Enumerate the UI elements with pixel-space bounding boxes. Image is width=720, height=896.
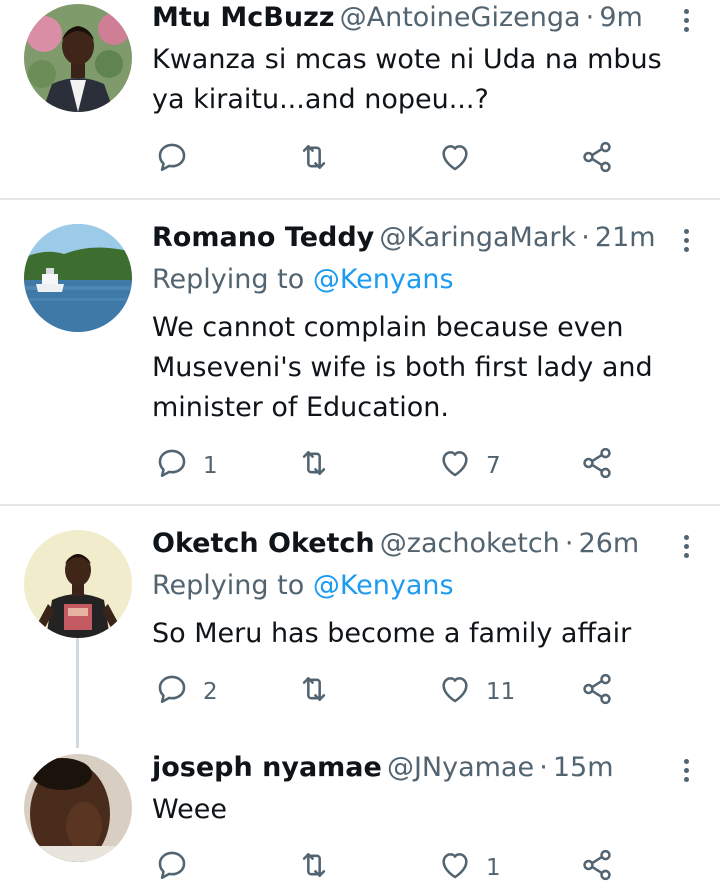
share-icon [580, 140, 614, 180]
retweet-icon [297, 446, 331, 486]
avatar[interactable] [24, 530, 132, 638]
replying-to: Replying to @Kenyans [152, 570, 454, 601]
share-icon [580, 672, 614, 712]
timestamp[interactable]: 9m [599, 2, 642, 33]
timestamp[interactable]: 15m [553, 752, 614, 783]
author-name[interactable]: Romano Teddy [152, 222, 374, 253]
author-handle[interactable]: @AntoineGizenga [340, 2, 581, 33]
tweet-text: We cannot complain because even Museveni… [152, 312, 653, 423]
author-name[interactable]: joseph nyamae [152, 752, 382, 783]
tweet[interactable]: joseph nyamae @JNyamae · 15m Weee 1 [0, 736, 720, 896]
retweet-icon [297, 848, 331, 888]
replying-to-label: Replying to [152, 264, 305, 295]
share-button[interactable] [580, 848, 614, 888]
reply-icon [155, 140, 189, 180]
retweet-button[interactable] [297, 672, 345, 712]
mention-link[interactable]: @Kenyans [313, 264, 454, 295]
author-handle[interactable]: @KaringaMark [379, 222, 576, 253]
retweet-icon [297, 140, 331, 180]
tweet[interactable]: Romano Teddy @KaringaMark · 21m Replying… [0, 200, 720, 504]
avatar[interactable] [24, 754, 132, 862]
replying-to: Replying to @Kenyans [152, 264, 454, 295]
like-button[interactable] [438, 140, 486, 180]
like-icon [438, 848, 472, 888]
more-options-icon[interactable] [676, 528, 696, 564]
tweet-actions: 1 [155, 848, 615, 888]
author-handle[interactable]: @zachoketch [380, 528, 560, 559]
author-name[interactable]: Mtu McBuzz [152, 2, 335, 33]
share-icon [580, 446, 614, 486]
share-button[interactable] [580, 446, 614, 486]
like-icon [438, 446, 472, 486]
tweet-header: Oketch Oketch @zachoketch · 26m [152, 528, 696, 564]
retweet-button[interactable] [297, 140, 345, 180]
reply-count: 1 [203, 453, 218, 479]
author-name[interactable]: Oketch Oketch [152, 528, 375, 559]
share-button[interactable] [580, 140, 614, 180]
reply-count: 2 [203, 679, 218, 705]
like-count: 1 [486, 855, 501, 881]
replying-to-label: Replying to [152, 570, 305, 601]
retweet-button[interactable] [297, 446, 345, 486]
reply-icon [155, 848, 189, 888]
tweet-actions: 2 11 [155, 672, 615, 712]
like-count: 7 [486, 453, 501, 479]
tweet-header: Mtu McBuzz @AntoineGizenga · 9m [152, 2, 696, 38]
mention-link[interactable]: @Kenyans [313, 570, 454, 601]
reply-button[interactable] [155, 848, 203, 888]
separator-dot: · [585, 2, 595, 33]
more-options-icon[interactable] [676, 752, 696, 788]
author-handle[interactable]: @JNyamae [387, 752, 534, 783]
like-count: 11 [486, 679, 516, 705]
reply-icon [155, 672, 189, 712]
tweet-header: joseph nyamae @JNyamae · 15m [152, 752, 696, 788]
tweet-text: Weee [152, 794, 227, 825]
reply-button[interactable] [155, 140, 203, 180]
more-options-icon[interactable] [676, 222, 696, 258]
avatar[interactable] [24, 224, 132, 332]
tweet[interactable]: Mtu McBuzz @AntoineGizenga · 9m Kwanza s… [0, 0, 720, 198]
like-button[interactable]: 7 [438, 446, 501, 486]
share-icon [580, 848, 614, 888]
reply-button[interactable]: 1 [155, 446, 218, 486]
reply-icon [155, 446, 189, 486]
timestamp[interactable]: 26m [579, 528, 640, 559]
reply-button[interactable]: 2 [155, 672, 218, 712]
share-button[interactable] [580, 672, 614, 712]
retweet-button[interactable] [297, 848, 345, 888]
like-button[interactable]: 11 [438, 672, 515, 712]
separator-dot: · [581, 222, 590, 253]
separator-dot: · [539, 752, 548, 783]
tweet-actions: 1 7 [155, 446, 615, 486]
tweet[interactable]: Oketch Oketch @zachoketch · 26m Replying… [0, 506, 720, 736]
tweet-actions [155, 140, 615, 180]
tweet-text: So Meru has become a family affair [152, 618, 632, 649]
separator-dot: · [564, 528, 574, 559]
more-options-icon[interactable] [676, 2, 696, 38]
avatar[interactable] [24, 4, 132, 112]
like-button[interactable]: 1 [438, 848, 501, 888]
like-icon [438, 672, 472, 712]
like-icon [438, 140, 472, 180]
timestamp[interactable]: 21m [595, 222, 656, 253]
tweet-header: Romano Teddy @KaringaMark · 21m [152, 222, 696, 258]
tweet-text: Kwanza si mcas wote ni Uda na mbus ya ki… [152, 44, 662, 115]
retweet-icon [297, 672, 331, 712]
